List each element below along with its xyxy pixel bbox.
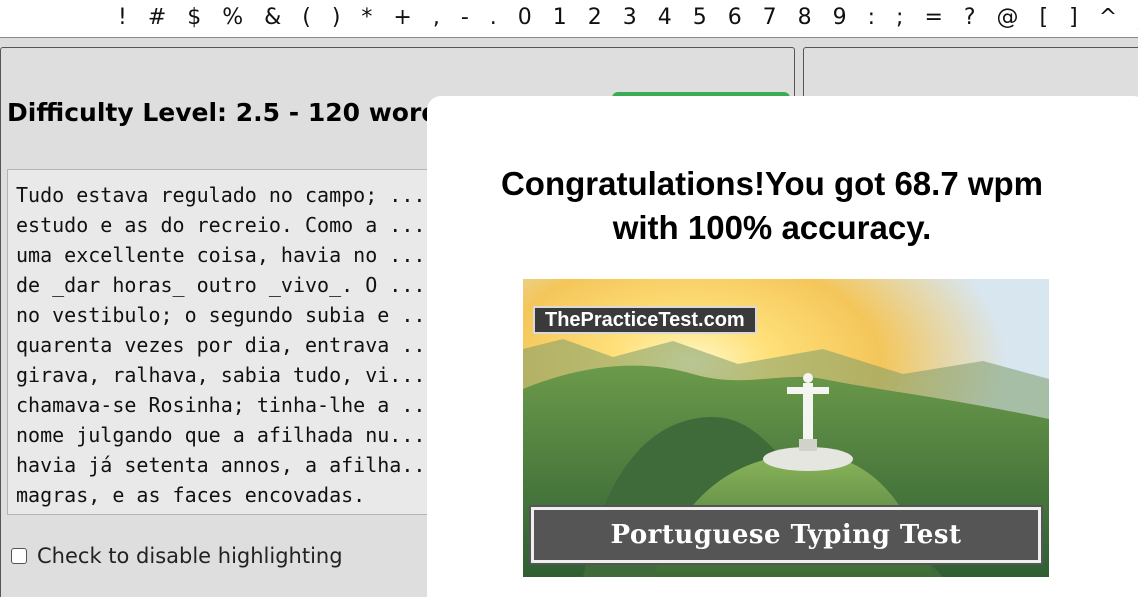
character-strip: ! # $ % & ( ) * + , - . 0 1 2 3 4 5 6 7 … [0,0,1138,38]
highlight-label: Check to disable highlighting [37,544,343,568]
statue-arms [787,387,829,394]
banner-title: Portuguese Typing Test [610,520,962,550]
statue-pedestal [799,439,817,451]
character-list: ! # $ % & ( ) * + , - . 0 1 2 3 4 5 6 7 … [118,5,1125,30]
typing-test-banner: ThePracticeTest.com Portuguese Typing Te… [523,279,1049,577]
statue-head [803,373,813,383]
site-logo-tag: ThePracticeTest.com [533,306,757,334]
highlight-checkbox[interactable] [11,548,27,564]
results-modal: Congratulations!You got 68.7 wpm with 10… [427,96,1138,597]
banner-ribbon: Portuguese Typing Test [529,505,1043,565]
results-message: Congratulations!You got 68.7 wpm with 10… [500,165,1044,246]
page: ! # $ % & ( ) * + , - . 0 1 2 3 4 5 6 7 … [0,0,1138,597]
highlight-toggle-row[interactable]: Check to disable highlighting [11,544,343,568]
difficulty-heading: Difficulty Level: 2.5 - 120 words [7,98,455,127]
